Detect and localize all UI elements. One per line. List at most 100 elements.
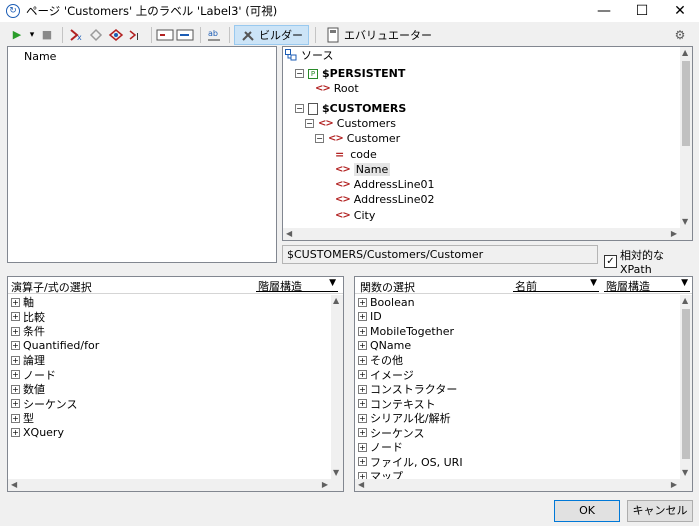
xpath-step-icon[interactable]: x: [67, 25, 85, 45]
insert-text-icon[interactable]: [156, 25, 174, 45]
operator-category[interactable]: + Quantified/for: [8, 339, 331, 354]
scroll-left-icon[interactable]: ◀: [286, 229, 292, 238]
expand-icon[interactable]: +: [11, 355, 20, 365]
tree-node[interactable]: − <> Customers: [305, 116, 396, 131]
expand-icon[interactable]: +: [358, 370, 367, 380]
expand-icon[interactable]: +: [11, 312, 20, 322]
scroll-right-icon[interactable]: ▶: [671, 229, 677, 238]
operator-category[interactable]: + 条件: [8, 324, 331, 339]
operator-category[interactable]: + 数値: [8, 382, 331, 397]
scroll-left-icon[interactable]: ◀: [358, 480, 364, 489]
expand-icon[interactable]: +: [358, 399, 367, 409]
expand-icon[interactable]: +: [358, 312, 367, 322]
operator-category[interactable]: + 軸: [8, 295, 331, 310]
expression-text[interactable]: Name: [24, 50, 56, 63]
scroll-down-icon[interactable]: ▼: [333, 468, 339, 477]
evaluator-tab[interactable]: エバリュエーター: [320, 25, 438, 45]
function-category[interactable]: + ID: [355, 310, 680, 325]
expand-icon[interactable]: +: [11, 341, 20, 351]
tree-node[interactable]: <> AddressLine02: [335, 192, 435, 207]
function-category[interactable]: + ノード: [355, 440, 680, 455]
operator-category[interactable]: + XQuery: [8, 426, 331, 441]
operators-scrollbar-vertical[interactable]: ▲ ▼: [331, 295, 343, 491]
expand-icon[interactable]: +: [358, 442, 367, 452]
tree-node[interactable]: <> Root: [315, 81, 359, 96]
builder-tab[interactable]: ビルダー: [234, 24, 309, 45]
insert-field-icon[interactable]: [176, 25, 194, 45]
scroll-up-icon[interactable]: ▲: [333, 296, 339, 305]
close-button[interactable]: ✕: [661, 0, 699, 22]
expand-icon[interactable]: +: [358, 413, 367, 423]
scroll-thumb[interactable]: [682, 309, 690, 459]
function-category[interactable]: + シーケンス: [355, 426, 680, 441]
expand-icon[interactable]: +: [358, 341, 367, 351]
function-category[interactable]: + ファイル, OS, URI: [355, 455, 680, 470]
scroll-right-icon[interactable]: ▶: [322, 480, 328, 489]
scroll-down-icon[interactable]: ▼: [682, 217, 688, 226]
run-dropdown-button[interactable]: ▾: [28, 25, 36, 45]
collapse-icon[interactable]: −: [305, 119, 314, 128]
expand-icon[interactable]: +: [358, 326, 367, 336]
function-category[interactable]: + Boolean: [355, 295, 680, 310]
functions-scrollbar-horizontal[interactable]: ◀ ▶: [355, 479, 680, 491]
tree-node[interactable]: − $CUSTOMERS: [295, 101, 406, 116]
word-wrap-icon[interactable]: ab: [205, 25, 223, 45]
settings-icon[interactable]: ⚙: [671, 25, 689, 45]
tree-node[interactable]: − <> Customer: [315, 131, 400, 146]
cancel-button[interactable]: キャンセル: [627, 500, 693, 522]
tree-node[interactable]: − P $PERSISTENT: [295, 66, 405, 81]
tree-node[interactable]: <> City: [335, 208, 375, 223]
operator-category[interactable]: + 論理: [8, 353, 331, 368]
operator-category[interactable]: + ノード: [8, 368, 331, 383]
stop-button[interactable]: ■: [38, 25, 56, 45]
scroll-up-icon[interactable]: ▲: [682, 296, 688, 305]
function-category[interactable]: + シリアル化/解析: [355, 411, 680, 426]
expand-icon[interactable]: +: [358, 355, 367, 365]
functions-sort-select[interactable]: 名前 ▼: [513, 278, 599, 293]
operators-scrollbar-horizontal[interactable]: ◀ ▶: [8, 479, 331, 491]
maximize-button[interactable]: ☐: [623, 0, 661, 22]
operators-mode-select[interactable]: 階層構造 ▼: [256, 278, 338, 293]
tree-node[interactable]: <> AddressLine01: [335, 177, 435, 192]
minimize-button[interactable]: —: [585, 0, 623, 22]
breakpoint-icon[interactable]: I: [127, 25, 145, 45]
expand-icon[interactable]: +: [358, 384, 367, 394]
expand-icon[interactable]: +: [11, 413, 20, 423]
run-button[interactable]: ▶: [8, 25, 26, 45]
function-category[interactable]: + QName: [355, 339, 680, 354]
xpath-step-out-icon[interactable]: [107, 25, 125, 45]
expand-icon[interactable]: +: [11, 370, 20, 380]
expand-icon[interactable]: +: [11, 297, 20, 307]
scroll-up-icon[interactable]: ▲: [682, 48, 688, 57]
expression-editor[interactable]: Name: [7, 46, 277, 263]
ok-button[interactable]: OK: [554, 500, 620, 522]
functions-mode-select[interactable]: 階層構造 ▼: [604, 278, 690, 293]
function-category[interactable]: + コンテキスト: [355, 397, 680, 412]
operator-category[interactable]: + 比較: [8, 310, 331, 325]
operator-category[interactable]: + シーケンス: [8, 397, 331, 412]
relative-xpath-checkbox[interactable]: ✓: [604, 255, 617, 268]
expand-icon[interactable]: +: [358, 457, 367, 467]
collapse-icon[interactable]: −: [295, 69, 304, 78]
expand-icon[interactable]: +: [358, 428, 367, 438]
tree-node[interactable]: = code: [335, 147, 377, 162]
collapse-icon[interactable]: −: [315, 134, 324, 143]
function-category[interactable]: + MobileTogether: [355, 324, 680, 339]
expand-icon[interactable]: +: [358, 471, 367, 479]
expand-icon[interactable]: +: [11, 399, 20, 409]
relative-xpath-option[interactable]: ✓ 相対的な XPath: [604, 247, 699, 276]
functions-scrollbar-vertical[interactable]: ▲ ▼: [680, 295, 692, 491]
source-scrollbar-horizontal[interactable]: ◀ ▶: [283, 228, 680, 240]
expand-icon[interactable]: +: [358, 297, 367, 307]
scroll-right-icon[interactable]: ▶: [671, 480, 677, 489]
function-category[interactable]: + コンストラクター: [355, 382, 680, 397]
scroll-thumb[interactable]: [682, 61, 690, 146]
expand-icon[interactable]: +: [11, 326, 20, 336]
operator-category[interactable]: + 型: [8, 411, 331, 426]
function-category[interactable]: + その他: [355, 353, 680, 368]
function-category[interactable]: + マップ: [355, 469, 680, 479]
xpath-step-over-icon[interactable]: [87, 25, 105, 45]
collapse-icon[interactable]: −: [295, 104, 304, 113]
function-category[interactable]: + イメージ: [355, 368, 680, 383]
scroll-left-icon[interactable]: ◀: [11, 480, 17, 489]
